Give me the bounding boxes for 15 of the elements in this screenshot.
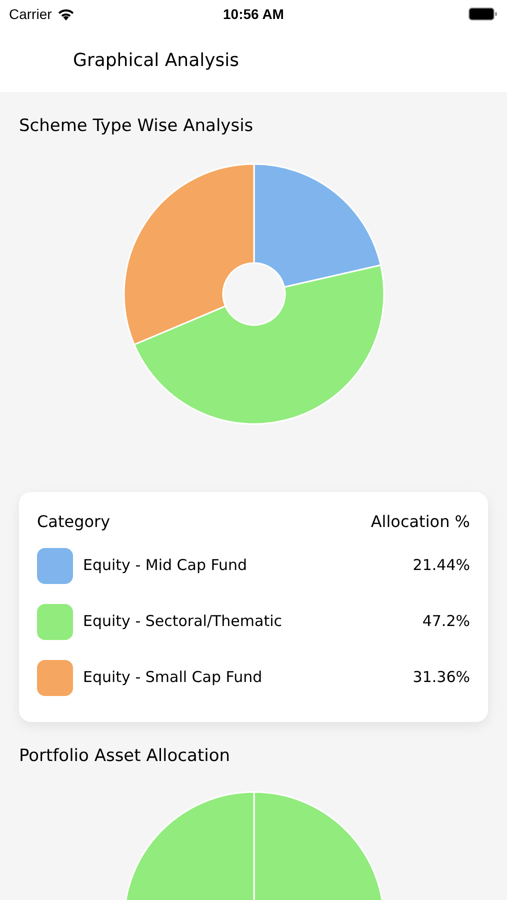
allocation-value: 21.44% xyxy=(412,555,470,576)
battery-icon xyxy=(468,7,498,21)
carrier-label: Carrier xyxy=(9,4,52,24)
section-title: Portfolio Asset Allocation xyxy=(19,744,232,768)
status-time: 10:56 AM xyxy=(223,4,284,24)
category-label: Equity - Sectoral/Thematic xyxy=(83,611,282,632)
page-title: Graphical Analysis xyxy=(73,48,240,72)
category-label: Equity - Mid Cap Fund xyxy=(83,555,248,576)
wifi-icon xyxy=(56,8,75,20)
section-title: Scheme Type Wise Analysis xyxy=(19,115,254,138)
column-header: Category xyxy=(37,510,110,532)
allocation-value: 47.2% xyxy=(422,611,470,632)
allocation-value: 31.36% xyxy=(412,667,470,688)
column-header: Allocation % xyxy=(370,510,470,532)
category-label: Equity - Small Cap Fund xyxy=(83,667,262,688)
